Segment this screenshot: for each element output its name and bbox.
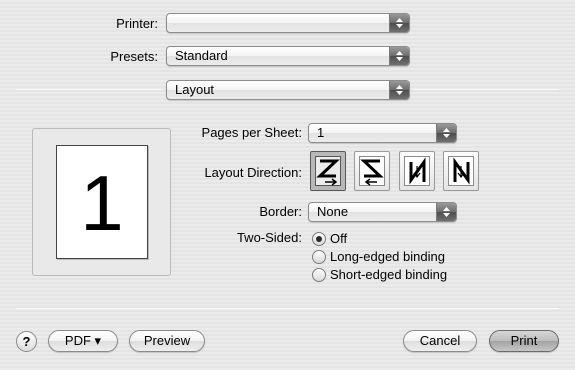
popup-arrows-icon <box>436 203 456 221</box>
direction-n-order-button[interactable] <box>443 151 479 191</box>
two-sided-label: Two-Sided: <box>236 230 302 245</box>
section-value: Layout <box>175 82 215 97</box>
border-popup[interactable]: None <box>308 202 457 222</box>
reverse-z-order-icon <box>360 159 384 186</box>
section-divider-left <box>16 89 162 90</box>
presets-value: Standard <box>175 48 228 63</box>
popup-arrows-icon <box>436 124 456 142</box>
long-edged-binding-radio[interactable] <box>312 250 326 264</box>
preview-page: 1 <box>56 145 148 259</box>
two-sided-off-label[interactable]: Off <box>330 231 347 247</box>
popup-arrows-icon <box>389 47 409 65</box>
pages-per-sheet-popup[interactable]: 1 <box>308 123 457 143</box>
n-order-reverse-icon <box>409 157 426 185</box>
printer-popup[interactable] <box>166 13 410 33</box>
pdf-button[interactable]: PDF ▾ <box>48 330 118 352</box>
section-popup[interactable]: Layout <box>166 80 410 100</box>
presets-popup[interactable]: Standard <box>166 46 410 66</box>
short-edged-binding-label[interactable]: Short-edged binding <box>330 267 447 283</box>
pages-per-sheet-value: 1 <box>317 125 325 140</box>
popup-arrows-icon <box>389 81 409 99</box>
two-sided-off-radio[interactable] <box>312 232 326 246</box>
short-edged-binding-radio[interactable] <box>312 268 326 282</box>
section-divider-right <box>414 89 559 90</box>
pages-per-sheet-label: Pages per Sheet: <box>201 125 302 140</box>
long-edged-binding-label[interactable]: Long-edged binding <box>330 249 445 265</box>
z-order-icon <box>316 159 340 186</box>
preview-button[interactable]: Preview <box>129 330 205 352</box>
border-value: None <box>317 204 349 219</box>
n-order-icon <box>453 157 470 185</box>
printer-label: Printer: <box>116 16 158 31</box>
cancel-button[interactable]: Cancel <box>403 330 477 352</box>
footer-divider <box>16 308 559 309</box>
page-preview: 1 <box>32 128 171 276</box>
direction-reverse-z-order-button[interactable] <box>354 151 390 191</box>
print-button[interactable]: Print <box>489 330 559 352</box>
direction-n-order-reverse-button[interactable] <box>399 151 435 191</box>
border-label: Border: <box>259 204 302 219</box>
popup-arrows-icon <box>389 14 409 32</box>
direction-z-order-button[interactable] <box>310 151 346 191</box>
layout-direction-label: Layout Direction: <box>204 165 302 180</box>
presets-label: Presets: <box>110 49 158 64</box>
help-button[interactable]: ? <box>16 331 37 352</box>
